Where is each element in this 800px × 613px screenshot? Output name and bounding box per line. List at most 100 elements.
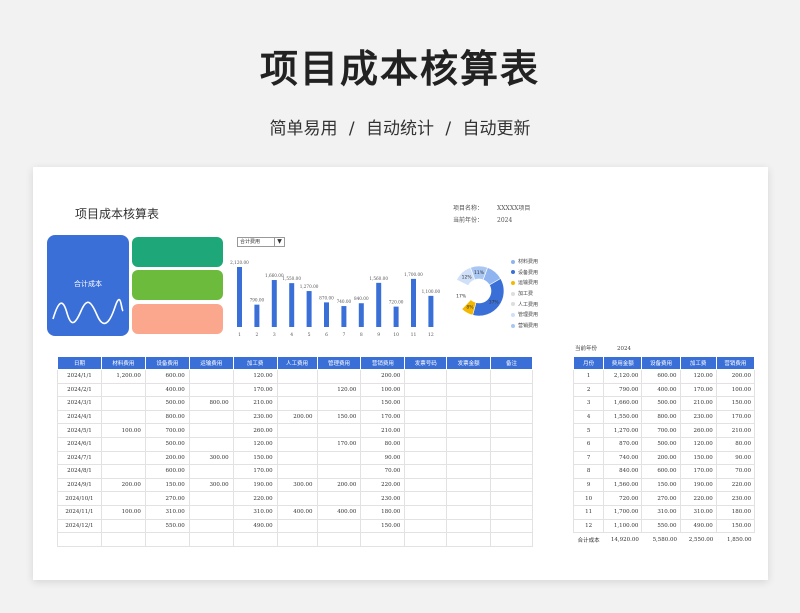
- cost-type-dropdown[interactable]: 合计费用 ▼: [237, 237, 285, 247]
- table-cell[interactable]: [404, 450, 448, 466]
- table-cell[interactable]: [490, 369, 533, 384]
- column-header[interactable]: 发票金额: [446, 356, 492, 370]
- column-header[interactable]: 加工费: [232, 356, 278, 370]
- table-cell[interactable]: 500.00: [641, 436, 681, 452]
- table-cell[interactable]: 220.00: [715, 477, 756, 493]
- table-cell[interactable]: 8: [572, 464, 605, 479]
- table-cell[interactable]: [188, 504, 234, 520]
- table-cell[interactable]: 170.00: [316, 436, 362, 452]
- table-cell[interactable]: 70.00: [360, 464, 406, 479]
- table-cell[interactable]: 120.00: [232, 369, 278, 384]
- table-cell[interactable]: 2024/6/1: [57, 436, 102, 452]
- table-cell[interactable]: [446, 409, 492, 425]
- table-cell[interactable]: 200.00: [144, 450, 190, 466]
- table-cell[interactable]: 80.00: [360, 436, 406, 452]
- table-cell[interactable]: 230.00: [679, 409, 717, 425]
- table-cell[interactable]: [100, 396, 146, 411]
- table-cell[interactable]: [316, 396, 362, 411]
- table-cell[interactable]: 150.00: [360, 396, 406, 411]
- table-cell[interactable]: 90.00: [360, 450, 406, 466]
- table-cell[interactable]: 150.00: [715, 518, 756, 534]
- column-header[interactable]: 设备费用: [641, 356, 681, 370]
- table-cell[interactable]: 80.00: [715, 436, 756, 452]
- table-cell[interactable]: 150.00: [679, 450, 717, 466]
- table-cell[interactable]: [276, 369, 318, 384]
- table-cell[interactable]: 210.00: [715, 423, 756, 438]
- table-cell[interactable]: 210.00: [679, 396, 717, 411]
- table-cell[interactable]: [316, 518, 362, 534]
- table-cell[interactable]: [232, 532, 278, 547]
- table-cell[interactable]: 270.00: [144, 491, 190, 506]
- table-cell[interactable]: 300.00: [188, 450, 234, 466]
- table-cell[interactable]: [404, 382, 448, 398]
- table-cell[interactable]: 100.00: [100, 423, 146, 438]
- table-cell[interactable]: 230.00: [715, 491, 756, 506]
- table-cell[interactable]: [188, 369, 234, 384]
- table-cell[interactable]: 2024/1/1: [57, 369, 102, 384]
- table-cell[interactable]: 220.00: [232, 491, 278, 506]
- table-cell[interactable]: 310.00: [232, 504, 278, 520]
- table-cell[interactable]: 2: [572, 382, 605, 398]
- table-cell[interactable]: [404, 477, 448, 493]
- table-cell[interactable]: 200.00: [715, 369, 756, 384]
- table-cell[interactable]: 210.00: [232, 396, 278, 411]
- table-cell[interactable]: 800.00: [188, 396, 234, 411]
- table-cell[interactable]: [276, 450, 318, 466]
- table-cell[interactable]: 600.00: [144, 369, 190, 384]
- column-header[interactable]: 设备费用: [144, 356, 190, 370]
- table-cell[interactable]: [404, 491, 448, 506]
- table-cell[interactable]: [446, 436, 492, 452]
- table-cell[interactable]: 1,700.00: [603, 504, 643, 520]
- table-cell[interactable]: 500.00: [144, 396, 190, 411]
- table-cell[interactable]: [188, 382, 234, 398]
- column-header[interactable]: 运输费用: [188, 356, 234, 370]
- table-cell[interactable]: 400.00: [276, 504, 318, 520]
- table-cell[interactable]: [276, 436, 318, 452]
- table-cell[interactable]: [188, 409, 234, 425]
- table-cell[interactable]: [276, 382, 318, 398]
- table-cell[interactable]: 9: [572, 477, 605, 493]
- table-cell[interactable]: [446, 382, 492, 398]
- table-cell[interactable]: 490.00: [679, 518, 717, 534]
- table-cell[interactable]: 150.00: [144, 477, 190, 493]
- table-cell[interactable]: [490, 450, 533, 466]
- table-cell[interactable]: [490, 532, 533, 547]
- table-cell[interactable]: 170.00: [232, 382, 278, 398]
- table-cell[interactable]: 2024/7/1: [57, 450, 102, 466]
- table-cell[interactable]: 170.00: [360, 409, 406, 425]
- table-cell[interactable]: [188, 464, 234, 479]
- table-cell[interactable]: 200.00: [360, 369, 406, 384]
- table-cell[interactable]: 310.00: [641, 504, 681, 520]
- table-cell[interactable]: [446, 491, 492, 506]
- table-cell[interactable]: 100.00: [360, 382, 406, 398]
- table-cell[interactable]: 870.00: [603, 436, 643, 452]
- table-cell[interactable]: 310.00: [144, 504, 190, 520]
- table-cell[interactable]: 100.00: [100, 504, 146, 520]
- table-cell[interactable]: [446, 396, 492, 411]
- current-year-value[interactable]: 2024: [497, 217, 512, 224]
- column-header[interactable]: 日期: [57, 356, 102, 370]
- table-cell[interactable]: [100, 436, 146, 452]
- table-cell[interactable]: 300.00: [188, 477, 234, 493]
- table-cell[interactable]: 200.00: [316, 477, 362, 493]
- table-cell[interactable]: 230.00: [360, 491, 406, 506]
- table-cell[interactable]: [276, 518, 318, 534]
- table-cell[interactable]: [100, 518, 146, 534]
- table-cell[interactable]: 1,560.00: [603, 477, 643, 493]
- table-cell[interactable]: 120.00: [679, 436, 717, 452]
- table-cell[interactable]: 600.00: [641, 464, 681, 479]
- table-cell[interactable]: 2024/9/1: [57, 477, 102, 493]
- table-cell[interactable]: 150.00: [715, 396, 756, 411]
- column-header[interactable]: 人工费用: [276, 356, 318, 370]
- column-header[interactable]: 费用金额: [603, 356, 643, 370]
- table-cell[interactable]: 220.00: [360, 477, 406, 493]
- table-cell[interactable]: 2024/2/1: [57, 382, 102, 398]
- table-cell[interactable]: [446, 532, 492, 547]
- table-cell[interactable]: [276, 423, 318, 438]
- table-cell[interactable]: 200.00: [641, 450, 681, 466]
- table-cell[interactable]: [446, 464, 492, 479]
- table-cell[interactable]: [100, 409, 146, 425]
- table-cell[interactable]: [276, 396, 318, 411]
- table-cell[interactable]: 2024/12/1: [57, 518, 102, 534]
- column-header[interactable]: 管理费用: [316, 356, 362, 370]
